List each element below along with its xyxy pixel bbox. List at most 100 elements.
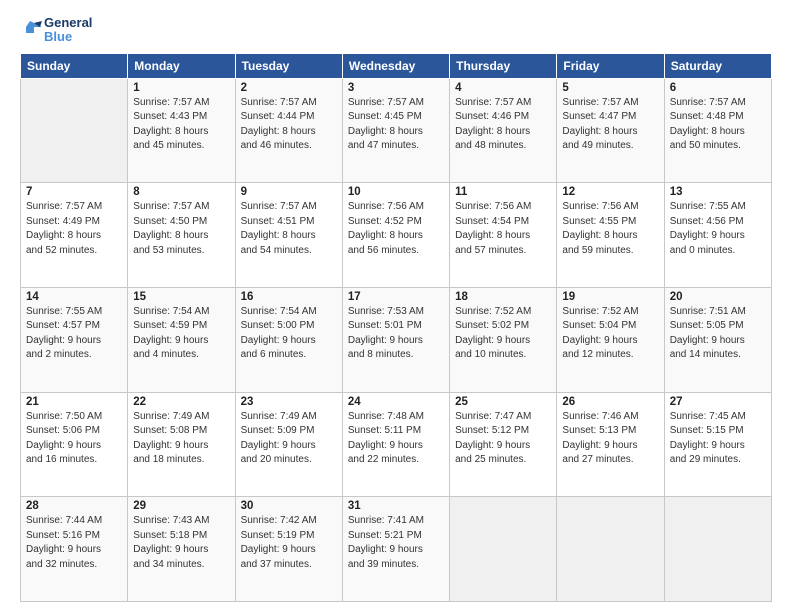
day-info: Sunrise: 7:50 AMSunset: 5:06 PMDaylight:… bbox=[26, 410, 122, 468]
calendar-cell: 11 Sunrise: 7:56 AMSunset: 4:54 PMDayligh… bbox=[450, 183, 557, 288]
week-row-5: 28Sunrise: 7:44 AMSunset: 5:16 PMDayligh… bbox=[21, 497, 772, 602]
day-number: 28 bbox=[26, 500, 122, 512]
day-number: 24 bbox=[348, 396, 444, 408]
calendar-cell: 9 Sunrise: 7:57 AMSunset: 4:51 PMDaylight… bbox=[235, 183, 342, 288]
calendar-cell: 28Sunrise: 7:44 AMSunset: 5:16 PMDayligh… bbox=[21, 497, 128, 602]
calendar-cell: 2 Sunrise: 7:57 AMSunset: 4:44 PMDaylight… bbox=[235, 78, 342, 183]
day-info: Sunrise: 7:43 AMSunset: 5:18 PMDaylight:… bbox=[133, 514, 229, 572]
day-number: 15 bbox=[133, 291, 229, 303]
calendar-cell bbox=[557, 497, 664, 602]
day-info: Sunrise: 7:57 AMSunset: 4:44 PMDaylight:… bbox=[241, 96, 337, 154]
day-info: Sunrise: 7:52 AMSunset: 5:02 PMDaylight:… bbox=[455, 305, 551, 363]
day-number: 20 bbox=[670, 291, 766, 303]
day-number: 2 bbox=[241, 82, 337, 94]
weekday-friday: Friday bbox=[557, 53, 664, 78]
day-number: 30 bbox=[241, 500, 337, 512]
calendar-cell: 21 Sunrise: 7:50 AMSunset: 5:06 PMDayligh… bbox=[21, 392, 128, 497]
calendar-cell: 8 Sunrise: 7:57 AMSunset: 4:50 PMDaylight… bbox=[128, 183, 235, 288]
day-info: Sunrise: 7:57 AMSunset: 4:47 PMDaylight:… bbox=[562, 96, 658, 154]
calendar-cell: 17 Sunrise: 7:53 AMSunset: 5:01 PMDayligh… bbox=[342, 287, 449, 392]
day-number: 12 bbox=[562, 186, 658, 198]
page: General Blue SundayMondayTuesdayWednesda… bbox=[0, 0, 792, 612]
calendar-cell: 1Sunrise: 7:57 AMSunset: 4:43 PMDaylight… bbox=[128, 78, 235, 183]
day-info: Sunrise: 7:46 AMSunset: 5:13 PMDaylight:… bbox=[562, 410, 658, 468]
day-number: 18 bbox=[455, 291, 551, 303]
calendar-cell: 30 Sunrise: 7:42 AMSunset: 5:19 PMDayligh… bbox=[235, 497, 342, 602]
logo: General Blue bbox=[20, 16, 92, 45]
day-number: 16 bbox=[241, 291, 337, 303]
day-info: Sunrise: 7:56 AMSunset: 4:54 PMDaylight:… bbox=[455, 200, 551, 258]
weekday-wednesday: Wednesday bbox=[342, 53, 449, 78]
calendar-table: SundayMondayTuesdayWednesdayThursdayFrid… bbox=[20, 53, 772, 602]
calendar-cell: 23 Sunrise: 7:49 AMSunset: 5:09 PMDayligh… bbox=[235, 392, 342, 497]
calendar-cell: 31Sunrise: 7:41 AMSunset: 5:21 PMDayligh… bbox=[342, 497, 449, 602]
day-info: Sunrise: 7:49 AMSunset: 5:08 PMDaylight:… bbox=[133, 410, 229, 468]
day-number: 17 bbox=[348, 291, 444, 303]
calendar-cell: 3 Sunrise: 7:57 AMSunset: 4:45 PMDaylight… bbox=[342, 78, 449, 183]
calendar-cell: 24 Sunrise: 7:48 AMSunset: 5:11 PMDayligh… bbox=[342, 392, 449, 497]
day-info: Sunrise: 7:47 AMSunset: 5:12 PMDaylight:… bbox=[455, 410, 551, 468]
logo-bird-icon bbox=[20, 19, 42, 41]
day-number: 31 bbox=[348, 500, 444, 512]
day-info: Sunrise: 7:52 AMSunset: 5:04 PMDaylight:… bbox=[562, 305, 658, 363]
day-number: 26 bbox=[562, 396, 658, 408]
weekday-monday: Monday bbox=[128, 53, 235, 78]
calendar-cell: 15 Sunrise: 7:54 AMSunset: 4:59 PMDayligh… bbox=[128, 287, 235, 392]
day-number: 14 bbox=[26, 291, 122, 303]
calendar-cell: 13Sunrise: 7:55 AMSunset: 4:56 PMDayligh… bbox=[664, 183, 771, 288]
day-number: 19 bbox=[562, 291, 658, 303]
calendar-cell: 14 Sunrise: 7:55 AMSunset: 4:57 PMDayligh… bbox=[21, 287, 128, 392]
day-number: 11 bbox=[455, 186, 551, 198]
day-info: Sunrise: 7:56 AMSunset: 4:52 PMDaylight:… bbox=[348, 200, 444, 258]
day-info: Sunrise: 7:57 AMSunset: 4:49 PMDaylight:… bbox=[26, 200, 122, 258]
calendar-cell: 7 Sunrise: 7:57 AMSunset: 4:49 PMDaylight… bbox=[21, 183, 128, 288]
day-info: Sunrise: 7:57 AMSunset: 4:48 PMDaylight:… bbox=[670, 96, 766, 154]
day-info: Sunrise: 7:49 AMSunset: 5:09 PMDaylight:… bbox=[241, 410, 337, 468]
day-number: 9 bbox=[241, 186, 337, 198]
day-info: Sunrise: 7:57 AMSunset: 4:51 PMDaylight:… bbox=[241, 200, 337, 258]
day-number: 29 bbox=[133, 500, 229, 512]
calendar-cell bbox=[21, 78, 128, 183]
calendar-cell: 25 Sunrise: 7:47 AMSunset: 5:12 PMDayligh… bbox=[450, 392, 557, 497]
calendar-cell: 6 Sunrise: 7:57 AMSunset: 4:48 PMDaylight… bbox=[664, 78, 771, 183]
calendar-cell bbox=[664, 497, 771, 602]
day-number: 13 bbox=[670, 186, 766, 198]
day-info: Sunrise: 7:57 AMSunset: 4:46 PMDaylight:… bbox=[455, 96, 551, 154]
day-info: Sunrise: 7:53 AMSunset: 5:01 PMDaylight:… bbox=[348, 305, 444, 363]
calendar-cell: 16 Sunrise: 7:54 AMSunset: 5:00 PMDayligh… bbox=[235, 287, 342, 392]
logo-general: General bbox=[44, 16, 92, 30]
day-info: Sunrise: 7:57 AMSunset: 4:50 PMDaylight:… bbox=[133, 200, 229, 258]
logo-blue: Blue bbox=[44, 30, 92, 44]
logo-text-block: General Blue bbox=[20, 16, 92, 45]
day-number: 4 bbox=[455, 82, 551, 94]
day-info: Sunrise: 7:56 AMSunset: 4:55 PMDaylight:… bbox=[562, 200, 658, 258]
day-info: Sunrise: 7:54 AMSunset: 5:00 PMDaylight:… bbox=[241, 305, 337, 363]
day-number: 3 bbox=[348, 82, 444, 94]
day-info: Sunrise: 7:51 AMSunset: 5:05 PMDaylight:… bbox=[670, 305, 766, 363]
weekday-saturday: Saturday bbox=[664, 53, 771, 78]
calendar-cell: 22Sunrise: 7:49 AMSunset: 5:08 PMDayligh… bbox=[128, 392, 235, 497]
day-number: 5 bbox=[562, 82, 658, 94]
calendar-cell: 5 Sunrise: 7:57 AMSunset: 4:47 PMDaylight… bbox=[557, 78, 664, 183]
day-number: 7 bbox=[26, 186, 122, 198]
day-number: 23 bbox=[241, 396, 337, 408]
calendar-cell: 4 Sunrise: 7:57 AMSunset: 4:46 PMDaylight… bbox=[450, 78, 557, 183]
day-info: Sunrise: 7:55 AMSunset: 4:57 PMDaylight:… bbox=[26, 305, 122, 363]
day-number: 1 bbox=[133, 82, 229, 94]
calendar-cell: 10 Sunrise: 7:56 AMSunset: 4:52 PMDayligh… bbox=[342, 183, 449, 288]
header: General Blue bbox=[20, 16, 772, 45]
day-number: 25 bbox=[455, 396, 551, 408]
calendar-cell: 26 Sunrise: 7:46 AMSunset: 5:13 PMDayligh… bbox=[557, 392, 664, 497]
day-number: 10 bbox=[348, 186, 444, 198]
weekday-thursday: Thursday bbox=[450, 53, 557, 78]
day-number: 8 bbox=[133, 186, 229, 198]
week-row-1: 1Sunrise: 7:57 AMSunset: 4:43 PMDaylight… bbox=[21, 78, 772, 183]
day-info: Sunrise: 7:42 AMSunset: 5:19 PMDaylight:… bbox=[241, 514, 337, 572]
day-number: 27 bbox=[670, 396, 766, 408]
day-info: Sunrise: 7:48 AMSunset: 5:11 PMDaylight:… bbox=[348, 410, 444, 468]
weekday-sunday: Sunday bbox=[21, 53, 128, 78]
day-number: 6 bbox=[670, 82, 766, 94]
day-number: 21 bbox=[26, 396, 122, 408]
day-info: Sunrise: 7:54 AMSunset: 4:59 PMDaylight:… bbox=[133, 305, 229, 363]
day-info: Sunrise: 7:57 AMSunset: 4:45 PMDaylight:… bbox=[348, 96, 444, 154]
